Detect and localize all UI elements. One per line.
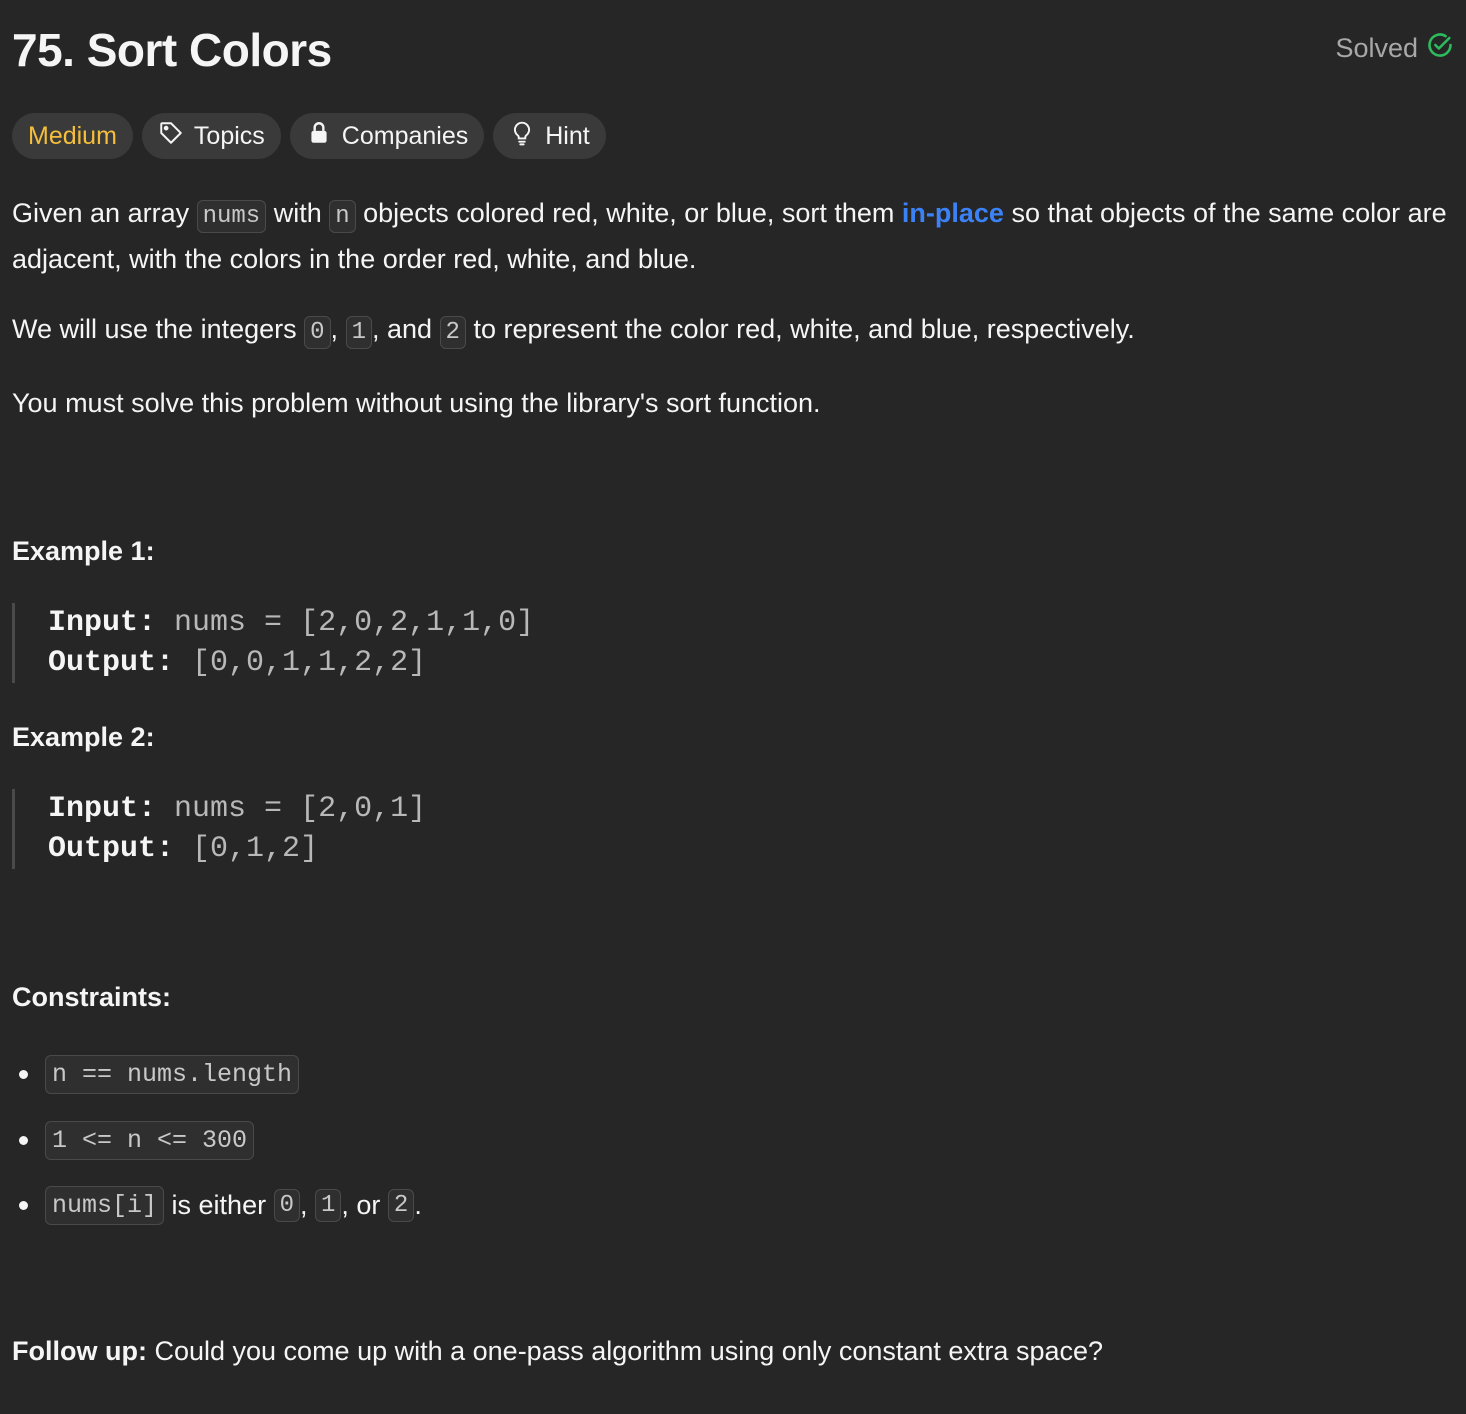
- check-circle-icon: [1426, 31, 1454, 66]
- constraint-3-code: nums[i]: [45, 1185, 165, 1225]
- example-2-block: Input: nums = [2,0,1] Output: [0,1,2]: [12, 789, 712, 869]
- solved-label: Solved: [1335, 32, 1418, 63]
- output-value: [0,1,2]: [192, 832, 319, 866]
- code-1: 1: [315, 1188, 342, 1222]
- follow-up-text: Could you come up with a one-pass algori…: [146, 1336, 1104, 1366]
- tag-icon: [158, 120, 184, 153]
- input-label: Input:: [48, 792, 157, 826]
- text: is either: [164, 1189, 274, 1220]
- text: Given an array: [12, 198, 197, 228]
- difficulty-badge[interactable]: Medium: [12, 113, 133, 159]
- companies-button[interactable]: Companies: [289, 113, 485, 159]
- lock-icon: [306, 120, 332, 153]
- code-2: 2: [439, 316, 466, 349]
- bullet-dot: [19, 1069, 28, 1079]
- text: .: [414, 1189, 422, 1220]
- code-2: 2: [387, 1188, 415, 1222]
- tag-bar: Medium Topics Companies Hint: [12, 113, 606, 159]
- problem-title: 75. Sort Colors: [12, 24, 332, 76]
- follow-up: Follow up: Could you come up with a one-…: [12, 1330, 1103, 1372]
- output-label: Output:: [48, 832, 175, 866]
- hint-label: Hint: [545, 121, 590, 150]
- text: , or: [341, 1189, 388, 1220]
- example-2-heading: Example 2:: [12, 722, 155, 752]
- input-value: nums = [2,0,2,1,1,0]: [174, 606, 535, 640]
- text: with: [266, 198, 330, 228]
- code-n: n: [329, 200, 356, 233]
- output-value: [0,0,1,1,2,2]: [192, 646, 427, 680]
- list-item: nums[i] is either 0 , 1 , or 2 .: [12, 1183, 422, 1227]
- output-label: Output:: [48, 646, 175, 680]
- example-1-block: Input: nums = [2,0,2,1,1,0] Output: [0,0…: [12, 603, 712, 683]
- code-0: 0: [273, 1188, 300, 1222]
- input-label: Input:: [48, 606, 157, 640]
- text: We will use the integers: [12, 314, 305, 344]
- bullet-dot: [19, 1135, 28, 1145]
- hint-button[interactable]: Hint: [493, 113, 606, 159]
- code-0: 0: [304, 316, 331, 349]
- constraint-1: n == nums.length: [45, 1054, 300, 1094]
- code-nums: nums: [196, 200, 267, 233]
- text: objects colored red, white, or blue, sor…: [355, 198, 902, 228]
- example-1-heading: Example 1:: [12, 536, 155, 566]
- solved-status: Solved: [1335, 30, 1454, 66]
- description-paragraph-1: Given an array nums with n objects color…: [12, 192, 1452, 280]
- constraints-heading: Constraints:: [12, 982, 172, 1012]
- text: ,: [299, 1189, 315, 1220]
- text: , and: [371, 314, 440, 344]
- bullet-dot: [19, 1200, 28, 1210]
- lightbulb-icon: [509, 120, 535, 153]
- topics-button[interactable]: Topics: [141, 113, 281, 159]
- text: to represent the color red, white, and b…: [465, 314, 1135, 344]
- companies-label: Companies: [341, 121, 469, 150]
- constraint-2: 1 <= n <= 300: [45, 1120, 255, 1160]
- list-item: 1 <= n <= 300: [12, 1118, 255, 1162]
- topics-label: Topics: [193, 121, 265, 150]
- code-1: 1: [345, 316, 372, 349]
- input-value: nums = [2,0,1]: [174, 792, 427, 826]
- difficulty-label: Medium: [28, 121, 117, 150]
- list-item: n == nums.length: [12, 1052, 300, 1096]
- follow-up-label: Follow up:: [12, 1336, 147, 1366]
- description-paragraph-2: We will use the integers 0, 1, and 2 to …: [12, 308, 1452, 354]
- description-paragraph-3: You must solve this problem without usin…: [12, 388, 821, 418]
- text: ,: [330, 314, 346, 344]
- in-place-link[interactable]: in-place: [902, 198, 1004, 228]
